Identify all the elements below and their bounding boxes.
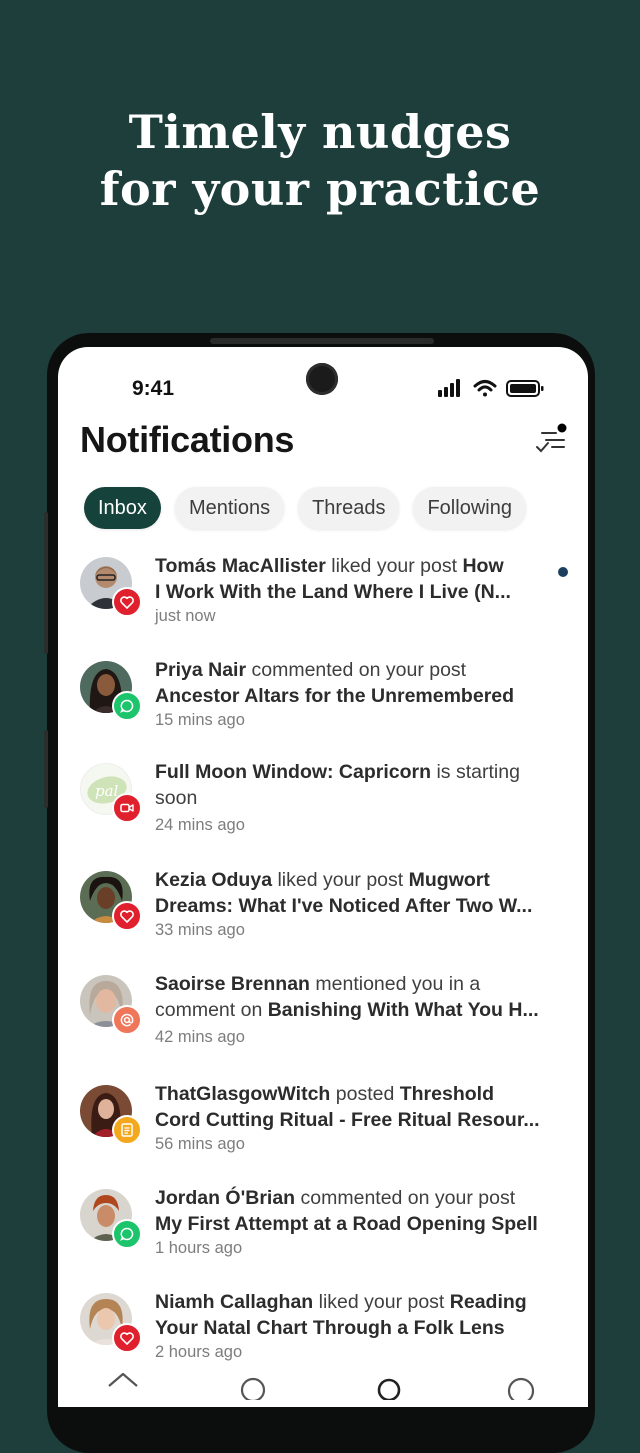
actor-name: Kezia Oduya [155,869,273,891]
tab-bar: Inbox Mentions Threads Following [84,487,540,529]
phone-screen: 9:41 Notifications Inbox Mentions Thread… [58,347,588,1407]
timestamp: 15 mins ago [155,711,245,729]
timestamp: 42 mins ago [155,1028,245,1046]
document-icon [121,1123,133,1137]
notification-text: Kezia Oduya liked your post Mugwort Drea… [155,867,567,941]
headline-line-2: for your practice [99,162,541,216]
at-sign-icon [120,1013,134,1027]
notification-item[interactable]: Tomás MacAllister liked your post How I … [58,553,588,653]
notification-item[interactable]: Kezia Oduya liked your post Mugwort Drea… [58,867,588,967]
action-text: commented on your post [295,1187,516,1209]
event-name: Full Moon Window: Capricorn [155,761,432,783]
heart-icon [120,595,134,609]
wifi-icon [473,380,497,397]
actor-name: Niamh Callaghan [155,1291,314,1313]
status-icons [438,377,558,399]
actor-name: Priya Nair [155,659,247,681]
action-text: liked your post [272,869,409,891]
marketing-headline: Timely nudges for your practice [0,104,640,218]
tab-threads[interactable]: Threads [298,487,400,529]
comment-badge [112,691,142,721]
home-icon[interactable] [106,1370,140,1400]
phone-side-button [44,730,48,808]
action-text: is starting [431,761,520,783]
post-title: Your Natal Chart Through a Folk Lens [155,1317,505,1339]
post-title: Dreams: What I've Noticed After Two W... [155,895,533,917]
post-title: Ancestor Altars for the Unremembered [155,685,515,707]
notification-text: Niamh Callaghan liked your post Reading … [155,1289,567,1363]
timestamp: 56 mins ago [155,1135,245,1153]
actor-name: ThatGlasgowWitch [155,1083,331,1105]
notification-text: Saoirse Brennan mentioned you in a comme… [155,971,567,1048]
action-text: commented on your post [246,659,467,681]
phone-side-button [44,512,48,654]
profile-icon[interactable] [506,1370,536,1400]
filter-button[interactable] [534,423,568,455]
timestamp: 1 hours ago [155,1239,243,1257]
filter-check-icon [536,423,567,453]
notification-item[interactable]: Jordan Ó'Brian commented on your post My… [58,1185,588,1285]
comment-bubble-icon [120,699,134,713]
post-title: My First Attempt at a Road Opening Spell [155,1213,538,1235]
notification-item[interactable]: Saoirse Brennan mentioned you in a comme… [58,971,588,1071]
notification-text: Priya Nair commented on your post Ancest… [155,657,567,731]
status-time: 9:41 [132,377,175,400]
actor-name: Jordan Ó'Brian [155,1187,296,1209]
notification-item[interactable]: pal Full Moon Window: Capricorn is start… [58,759,588,859]
notification-text: Full Moon Window: Capricorn is starting … [155,759,567,836]
post-title: Banishing With What You H... [267,999,539,1021]
comment-bubble-icon [120,1227,134,1241]
page-title: Notifications [80,419,295,460]
notification-text: ThatGlasgowWitch posted Threshold Cord C… [155,1081,567,1155]
heart-badge [112,587,142,617]
heart-icon [120,1331,134,1345]
video-camera-icon [120,803,134,813]
video-badge [112,793,142,823]
comment-badge [112,1219,142,1249]
post-title: Reading [449,1291,527,1313]
post-title: I Work With the Land Where I Live (N... [155,581,511,603]
tab-mentions[interactable]: Mentions [174,487,285,529]
notifications-nav-icon[interactable] [374,1370,404,1400]
mention-badge [112,1005,142,1035]
timestamp: 24 mins ago [155,816,245,834]
explore-icon[interactable] [238,1370,268,1400]
post-title: Threshold [399,1083,494,1105]
phone-speaker [210,338,434,344]
post-title: How [462,555,504,577]
unread-indicator [558,567,568,577]
actor-name: Saoirse Brennan [155,973,310,995]
timestamp: 2 hours ago [155,1343,243,1361]
post-title: Mugwort [408,869,490,891]
heart-icon [120,909,134,923]
timestamp: just now [155,607,216,625]
cellular-signal-icon [438,379,460,397]
battery-icon [506,380,544,397]
front-camera [306,363,338,395]
notification-text: Tomás MacAllister liked your post How I … [155,553,567,627]
action-text: liked your post [325,555,463,577]
action-text: liked your post [313,1291,450,1313]
heart-badge [112,901,142,931]
post-badge [112,1115,142,1145]
tab-inbox[interactable]: Inbox [84,487,161,529]
action-text: soon [155,787,198,809]
action-text: comment on [155,999,268,1021]
headline-line-1: Timely nudges [128,105,512,159]
heart-badge [112,1323,142,1353]
post-title: Cord Cutting Ritual - Free Ritual Resour… [155,1109,540,1131]
action-text: mentioned you in a [309,973,481,995]
notification-item[interactable]: Priya Nair commented on your post Ancest… [58,657,588,757]
actor-name: Tomás MacAllister [155,555,326,577]
notification-item[interactable]: ThatGlasgowWitch posted Threshold Cord C… [58,1081,588,1181]
action-text: posted [330,1083,400,1105]
timestamp: 33 mins ago [155,921,245,939]
tab-following[interactable]: Following [413,487,526,529]
notification-text: Jordan Ó'Brian commented on your post My… [155,1185,567,1259]
